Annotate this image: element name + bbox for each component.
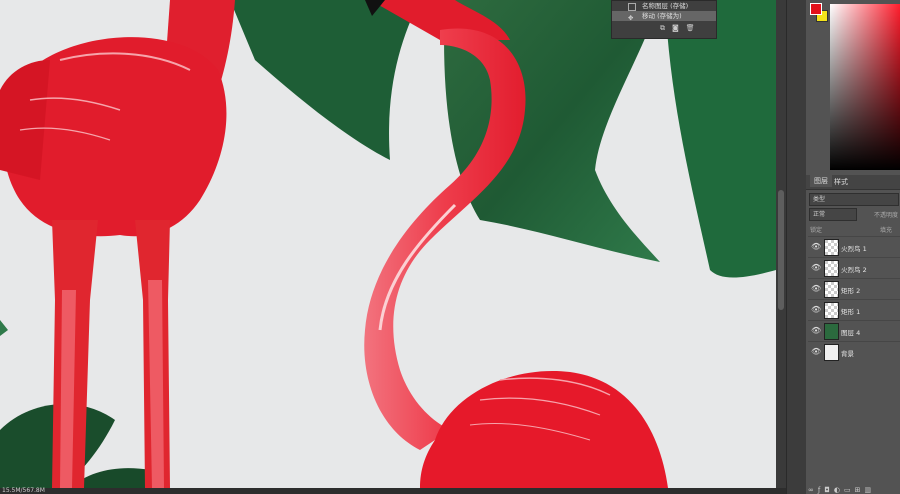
- document-canvas[interactable]: [0, 0, 776, 488]
- opacity-label: 不透明度: [874, 212, 899, 219]
- layers-panel-tabs: 图层 样式: [806, 175, 900, 190]
- layer-icon: [628, 3, 636, 11]
- layer-thumbnail: [824, 344, 839, 361]
- blend-mode-select[interactable]: 正常: [809, 208, 857, 221]
- layer-filter-select[interactable]: 类型: [809, 193, 899, 206]
- artwork: [0, 0, 776, 488]
- layer-thumbnail: [824, 260, 839, 277]
- foreground-color-swatch[interactable]: [810, 3, 822, 15]
- history-item[interactable]: 名称图层 (存储): [612, 1, 716, 11]
- eye-icon[interactable]: 👁: [811, 327, 821, 335]
- layer-row[interactable]: 👁 背景: [808, 341, 900, 362]
- camera-icon[interactable]: ◙: [672, 24, 686, 32]
- lock-label: 锁定: [810, 227, 823, 234]
- blend-mode-label: 正常: [813, 211, 826, 218]
- layer-row[interactable]: 👁 图层 4: [808, 320, 900, 341]
- trash-icon[interactable]: ▥: [864, 486, 875, 494]
- history-panel: 名称图层 (存储) ✥ 移动 (存储为): [611, 0, 717, 39]
- layer-row[interactable]: 👁 矩形 1: [808, 299, 900, 320]
- layer-thumbnail: [824, 323, 839, 340]
- layer-row[interactable]: 👁 矩形 2: [808, 278, 900, 299]
- mask-icon[interactable]: ◘: [824, 486, 834, 494]
- status-text: 15.5M/567.8M: [2, 487, 45, 494]
- move-icon: ✥: [628, 14, 634, 22]
- eye-icon[interactable]: 👁: [811, 243, 821, 251]
- history-item-selected[interactable]: ✥ 移动 (存储为): [612, 11, 716, 22]
- history-actions: ⧉◙🗑: [660, 24, 702, 33]
- adjustment-icon[interactable]: ◐: [834, 486, 844, 494]
- eye-icon[interactable]: 👁: [811, 285, 821, 293]
- layer-name: 火烈鸟 2: [841, 266, 867, 274]
- layer-name: 火烈鸟 1: [841, 245, 867, 253]
- layer-name: 矩形 2: [841, 287, 861, 295]
- leaf-top-center: [230, 0, 420, 160]
- tab-layers[interactable]: 图层: [810, 175, 832, 187]
- status-bar: 15.5M/567.8M: [0, 488, 786, 494]
- layer-thumbnail: [824, 239, 839, 256]
- leaf-edge-left: [0, 320, 8, 336]
- flamingo-right-body: [420, 370, 668, 488]
- history-item-label: 移动 (存储为): [642, 12, 682, 20]
- layers-bottom-toolbar: ∞ƒ◘◐▭⊞▥: [808, 486, 900, 494]
- link-icon[interactable]: ∞: [808, 486, 818, 494]
- trash-icon[interactable]: 🗑: [686, 24, 702, 32]
- fill-label: 填充: [880, 227, 893, 234]
- leaf-far-right: [665, 0, 776, 278]
- folder-icon[interactable]: ▭: [844, 486, 855, 494]
- layer-thumbnail: [824, 302, 839, 319]
- layer-row[interactable]: 👁 火烈鸟 1: [808, 236, 900, 257]
- color-picker-field[interactable]: [830, 4, 900, 170]
- eye-icon[interactable]: 👁: [811, 264, 821, 272]
- tab-styles[interactable]: 样式: [834, 177, 848, 187]
- scrollbar-thumb[interactable]: [778, 190, 784, 310]
- layer-row[interactable]: 👁 火烈鸟 2: [808, 257, 900, 278]
- eye-icon[interactable]: 👁: [811, 306, 821, 314]
- layer-name: 背景: [841, 350, 854, 358]
- panel-dock-strip: [786, 0, 807, 494]
- layer-name: 矩形 1: [841, 308, 861, 316]
- history-item-label: 名称图层 (存储): [642, 2, 689, 10]
- eye-icon[interactable]: 👁: [811, 348, 821, 356]
- layer-thumbnail: [824, 281, 839, 298]
- layer-name: 图层 4: [841, 329, 861, 337]
- color-swatches[interactable]: [810, 3, 830, 23]
- filter-label: 类型: [813, 196, 826, 203]
- new-document-icon[interactable]: ⧉: [660, 24, 672, 32]
- vertical-scrollbar[interactable]: [776, 0, 786, 488]
- new-layer-icon[interactable]: ⊞: [855, 486, 865, 494]
